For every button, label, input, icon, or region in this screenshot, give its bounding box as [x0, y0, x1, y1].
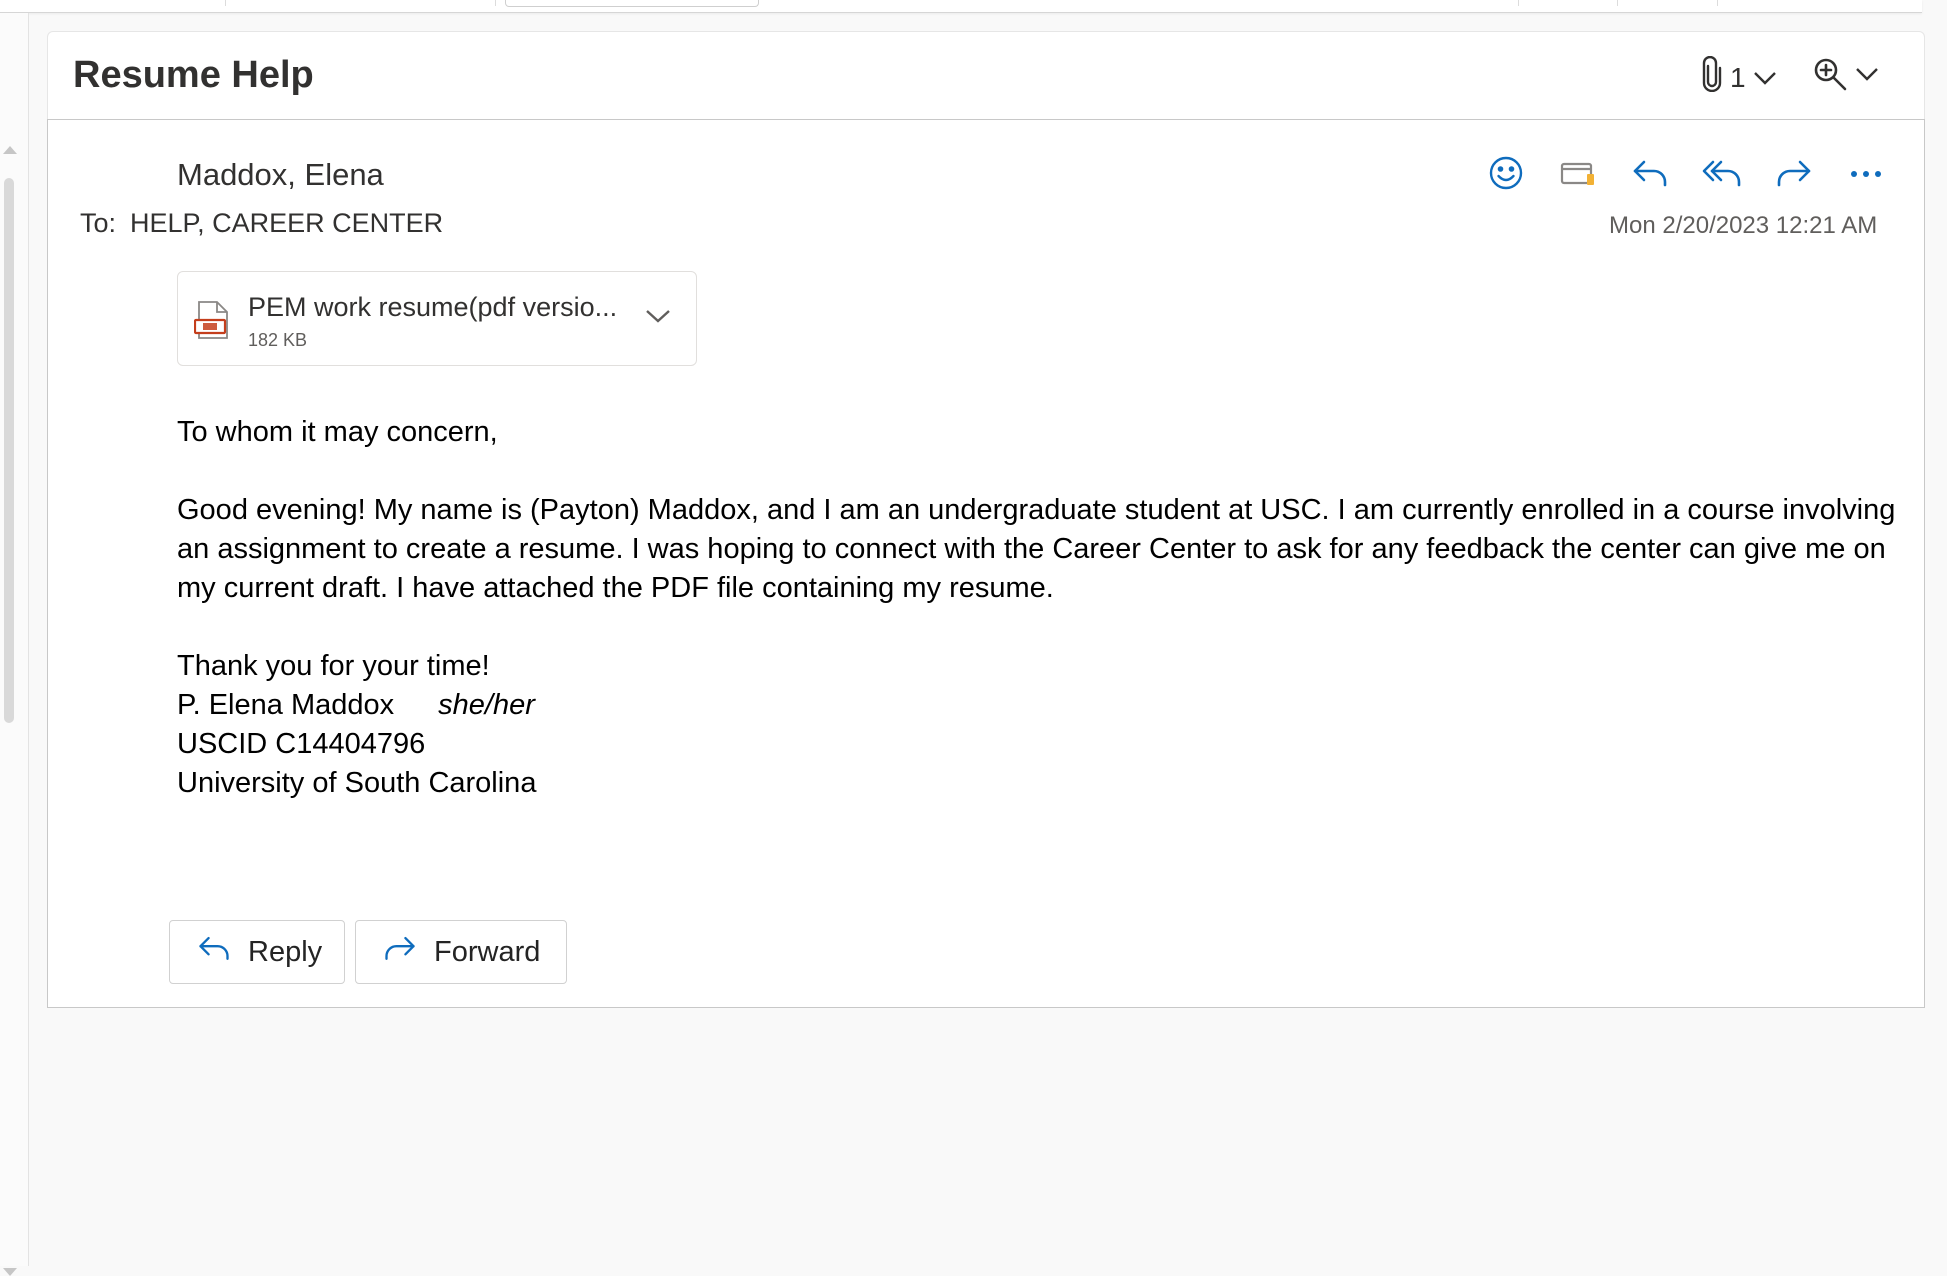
- smiley-icon: [1487, 154, 1525, 197]
- forward-label: Forward: [434, 935, 541, 968]
- message-body: To whom it may concern, Good evening! My…: [177, 413, 1897, 803]
- signature-id: USCID C14404796: [177, 728, 426, 760]
- subject-header: Resume Help 1: [47, 31, 1925, 120]
- reply-icon: [170, 933, 232, 971]
- more-actions-button[interactable]: [1841, 150, 1891, 200]
- sent-timestamp: Mon 2/20/2023 12:21 AM: [1609, 212, 1878, 239]
- subject-title: Resume Help: [73, 54, 314, 96]
- paperclip-icon: [1700, 55, 1724, 99]
- zoom-dropdown[interactable]: [1812, 56, 1880, 97]
- strip-divider: [495, 0, 496, 6]
- search-box-edge[interactable]: [505, 0, 759, 7]
- message-reading-pane: Maddox, Elena To: HELP, CAREER CENTER Mo…: [47, 119, 1925, 1008]
- forward-icon: [1774, 157, 1814, 194]
- attachment-size: 182 KB: [248, 330, 308, 350]
- body-closing: Thank you for your time!: [177, 650, 490, 682]
- signature-org: University of South Carolina: [177, 767, 537, 799]
- signature-line: P. Elena Maddox she/her: [177, 686, 1897, 725]
- message-actions-toolbar: [1481, 150, 1891, 200]
- top-toolbar-strip: [0, 0, 1922, 13]
- recipient-line: To: HELP, CAREER CENTER: [80, 208, 443, 239]
- pdf-file-icon: [193, 300, 230, 345]
- to-label: To:: [80, 208, 117, 238]
- reply-label: Reply: [248, 935, 323, 968]
- attachments-dropdown[interactable]: 1: [1700, 55, 1778, 99]
- strip-divider: [1617, 0, 1618, 6]
- strip-divider: [1717, 0, 1718, 6]
- mail-tag-icon: [1559, 158, 1597, 193]
- attachment-name: PEM work resume(pdf versio...: [248, 292, 618, 322]
- left-pane-edge: [0, 13, 29, 1276]
- tag-button[interactable]: [1553, 150, 1603, 200]
- strip-divider: [1518, 0, 1519, 6]
- chevron-down-icon[interactable]: [644, 306, 672, 331]
- scroll-up-arrow[interactable]: [3, 146, 17, 154]
- forward-action-button[interactable]: Forward: [355, 920, 567, 984]
- body-paragraph: Good evening! My name is (Payton) Maddox…: [177, 494, 1896, 604]
- chevron-down-icon: [1854, 65, 1880, 88]
- attachment-card[interactable]: PEM work resume(pdf versio... 182 KB: [177, 271, 697, 366]
- reply-action-button[interactable]: Reply: [169, 920, 345, 984]
- strip-divider: [225, 0, 226, 6]
- signature-pronouns: she/her: [438, 689, 535, 721]
- reply-all-button[interactable]: [1697, 150, 1747, 200]
- forward-button[interactable]: [1769, 150, 1819, 200]
- scrollbar-thumb[interactable]: [4, 178, 14, 723]
- zoom-in-icon: [1812, 56, 1848, 97]
- reply-icon: [1630, 157, 1670, 194]
- reply-all-icon: [1701, 157, 1743, 194]
- attachment-count: 1: [1730, 61, 1746, 93]
- scroll-down-arrow[interactable]: [3, 1268, 17, 1276]
- chevron-down-icon: [1752, 62, 1778, 94]
- forward-icon: [356, 933, 418, 971]
- signature-name: P. Elena Maddox: [177, 689, 395, 721]
- recipient-name[interactable]: HELP, CAREER CENTER: [130, 208, 443, 238]
- more-icon: [1848, 166, 1884, 184]
- reply-button[interactable]: [1625, 150, 1675, 200]
- react-button[interactable]: [1481, 150, 1531, 200]
- body-greeting: To whom it may concern,: [177, 416, 498, 448]
- sender-name[interactable]: Maddox, Elena: [177, 157, 384, 193]
